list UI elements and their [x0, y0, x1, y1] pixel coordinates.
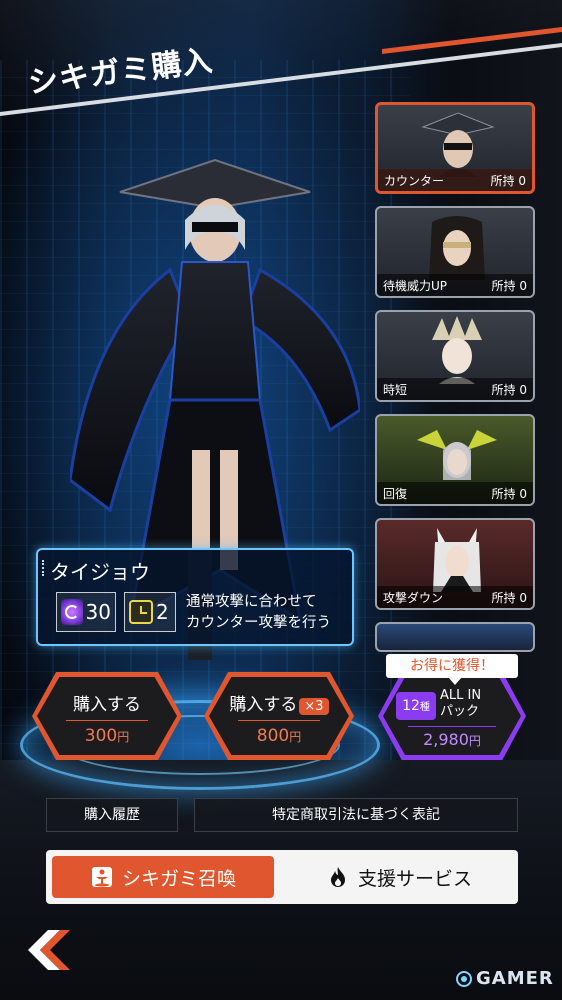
- description-line: カウンター攻撃を行う: [186, 615, 331, 631]
- buy-price: 800円: [256, 726, 302, 746]
- gamer-logo-icon: [456, 970, 472, 987]
- skill-label: 時短: [383, 382, 408, 397]
- shikigami-card-heal[interactable]: 回復 所持 0: [375, 414, 535, 506]
- shikigami-card-time-cut[interactable]: 時短 所持 0: [375, 310, 535, 402]
- skill-label: 待機威力UP: [383, 278, 448, 293]
- shikigami-portrait: [429, 216, 485, 280]
- tab-support[interactable]: 支援サービス: [286, 856, 512, 898]
- shikigami-portrait: [421, 112, 495, 177]
- buy-price: 300円: [84, 726, 130, 746]
- shikigami-card-counter[interactable]: カウンター 所持 0: [375, 102, 535, 194]
- back-arrow-icon[interactable]: [26, 928, 72, 972]
- buy-label: 購入する: [73, 695, 141, 715]
- cooldown-stat: 2: [124, 592, 176, 632]
- owned-count: 所持 0: [491, 486, 527, 501]
- cost-stat: 30: [56, 592, 116, 632]
- shikigami-name: タイジョウ: [50, 560, 150, 584]
- shikigami-card-partial[interactable]: [375, 622, 535, 652]
- shikigami-portrait: [433, 528, 481, 592]
- owned-count: 所持 0: [490, 173, 526, 188]
- shikigami-card-attack-down[interactable]: 攻撃ダウン 所持 0: [375, 518, 535, 610]
- tab-summon-label: シキガミ召喚: [121, 867, 236, 890]
- tab-summon[interactable]: シキガミ召喚: [52, 856, 274, 898]
- shikigami-card-standby-power[interactable]: 待機威力UP 所持 0: [375, 206, 535, 298]
- summon-icon: [91, 867, 112, 887]
- skill-description: 通常攻撃に合わせて カウンター攻撃を行う: [186, 592, 354, 634]
- shikigami-info-panel: タイジョウ 30 2 通常攻撃に合わせて カウンター攻撃を行う: [36, 548, 354, 646]
- skill-label: カウンター: [384, 173, 445, 188]
- shikigami-portrait: [432, 316, 482, 384]
- tab-support-label: 支援サービス: [357, 867, 472, 890]
- name-marker: [42, 560, 46, 576]
- pack-price: 2,980円: [423, 730, 481, 749]
- skill-label: 攻撃ダウン: [383, 590, 444, 605]
- watermark: GAMER: [456, 968, 554, 989]
- swirl-icon: [61, 599, 83, 625]
- buy-single-button[interactable]: 購入する 300円: [32, 672, 182, 760]
- bottom-tab-bar: シキガミ召喚 支援サービス: [46, 850, 518, 904]
- skill-label: 回復: [383, 486, 408, 501]
- multiplier-badge: ×3: [299, 698, 329, 715]
- cooldown-value: 2: [156, 600, 169, 624]
- deal-tag: お得に獲得！: [386, 654, 518, 685]
- clock-icon: [129, 600, 153, 624]
- cost-value: 30: [85, 600, 111, 624]
- owned-count: 所持 0: [491, 590, 527, 605]
- pack-count-badge: 12種: [396, 692, 436, 720]
- owned-count: 所持 0: [491, 382, 527, 397]
- flame-icon: [330, 867, 345, 887]
- buy-triple-button[interactable]: 購入する ×3 800円: [204, 672, 354, 760]
- pack-name: ALL IN パック: [440, 688, 482, 719]
- all-in-pack-button[interactable]: お得に獲得！ 12種 ALL IN パック 2,980円: [378, 654, 526, 762]
- description-line: 通常攻撃に合わせて: [186, 594, 317, 610]
- buy-label: 購入する ×3: [204, 690, 354, 715]
- shikigami-portrait: [417, 430, 497, 480]
- owned-count: 所持 0: [491, 278, 527, 293]
- purchase-history-button[interactable]: 購入履歴: [46, 798, 178, 832]
- legal-notice-button[interactable]: 特定商取引法に基づく表記: [194, 798, 518, 832]
